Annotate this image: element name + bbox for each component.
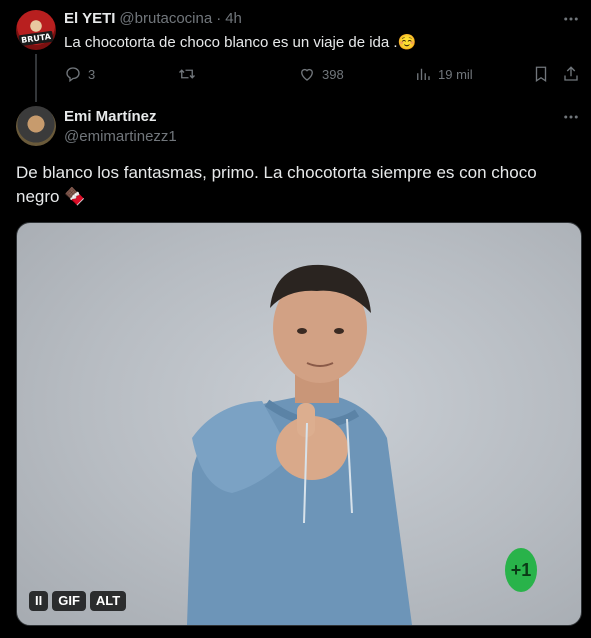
avatar-logo-text: BRUTA bbox=[18, 30, 54, 47]
author-name[interactable]: Emi Martínez bbox=[64, 108, 177, 125]
main-author: Emi Martínez @emimartinezz1 bbox=[64, 108, 177, 145]
like-button[interactable]: 398 bbox=[298, 65, 344, 83]
bookmark-icon bbox=[535, 66, 547, 83]
views-count: 19 mil bbox=[438, 66, 473, 82]
views-button[interactable]: 19 mil bbox=[414, 65, 473, 83]
avatar[interactable] bbox=[16, 106, 56, 146]
timestamp[interactable]: 4h bbox=[225, 10, 242, 27]
gif-badge: GIF bbox=[52, 591, 86, 611]
retweet-button[interactable] bbox=[178, 65, 196, 83]
person-pointing-image bbox=[187, 264, 412, 625]
reply-icon bbox=[66, 67, 80, 83]
logo-badge: +1 bbox=[505, 548, 537, 592]
reply-count: 3 bbox=[88, 66, 96, 82]
gif-media[interactable]: +1 II GIF ALT bbox=[16, 222, 582, 626]
more-button[interactable] bbox=[562, 10, 580, 33]
like-count: 398 bbox=[322, 66, 344, 82]
tweet-text: La chocotorta de choco blanco es un viaj… bbox=[64, 34, 417, 51]
author-handle[interactable]: @brutacocina bbox=[119, 10, 212, 27]
tweet-text: De blanco los fantasmas, primo. La choco… bbox=[16, 163, 537, 206]
author-handle[interactable]: @emimartinezz1 bbox=[64, 128, 177, 145]
retweet-icon bbox=[179, 69, 195, 79]
more-icon bbox=[564, 17, 578, 21]
reply-button[interactable]: 3 bbox=[64, 65, 95, 83]
more-button[interactable] bbox=[562, 108, 580, 131]
share-button[interactable] bbox=[562, 65, 580, 83]
avatar[interactable]: BRUTA bbox=[16, 10, 56, 50]
media-controls: II GIF ALT bbox=[29, 591, 127, 611]
reply-header: El YETI @brutacocina · 4h bbox=[64, 10, 242, 27]
bookmark-button[interactable] bbox=[532, 65, 550, 83]
alt-button[interactable]: ALT bbox=[89, 591, 127, 611]
thread-connector bbox=[35, 54, 37, 102]
time-separator: · bbox=[216, 10, 222, 27]
more-icon bbox=[564, 115, 578, 119]
author-name[interactable]: El YETI bbox=[64, 10, 115, 27]
like-icon bbox=[301, 68, 313, 81]
share-icon bbox=[564, 66, 578, 81]
pause-button[interactable]: II bbox=[29, 591, 49, 611]
views-icon bbox=[417, 68, 430, 80]
